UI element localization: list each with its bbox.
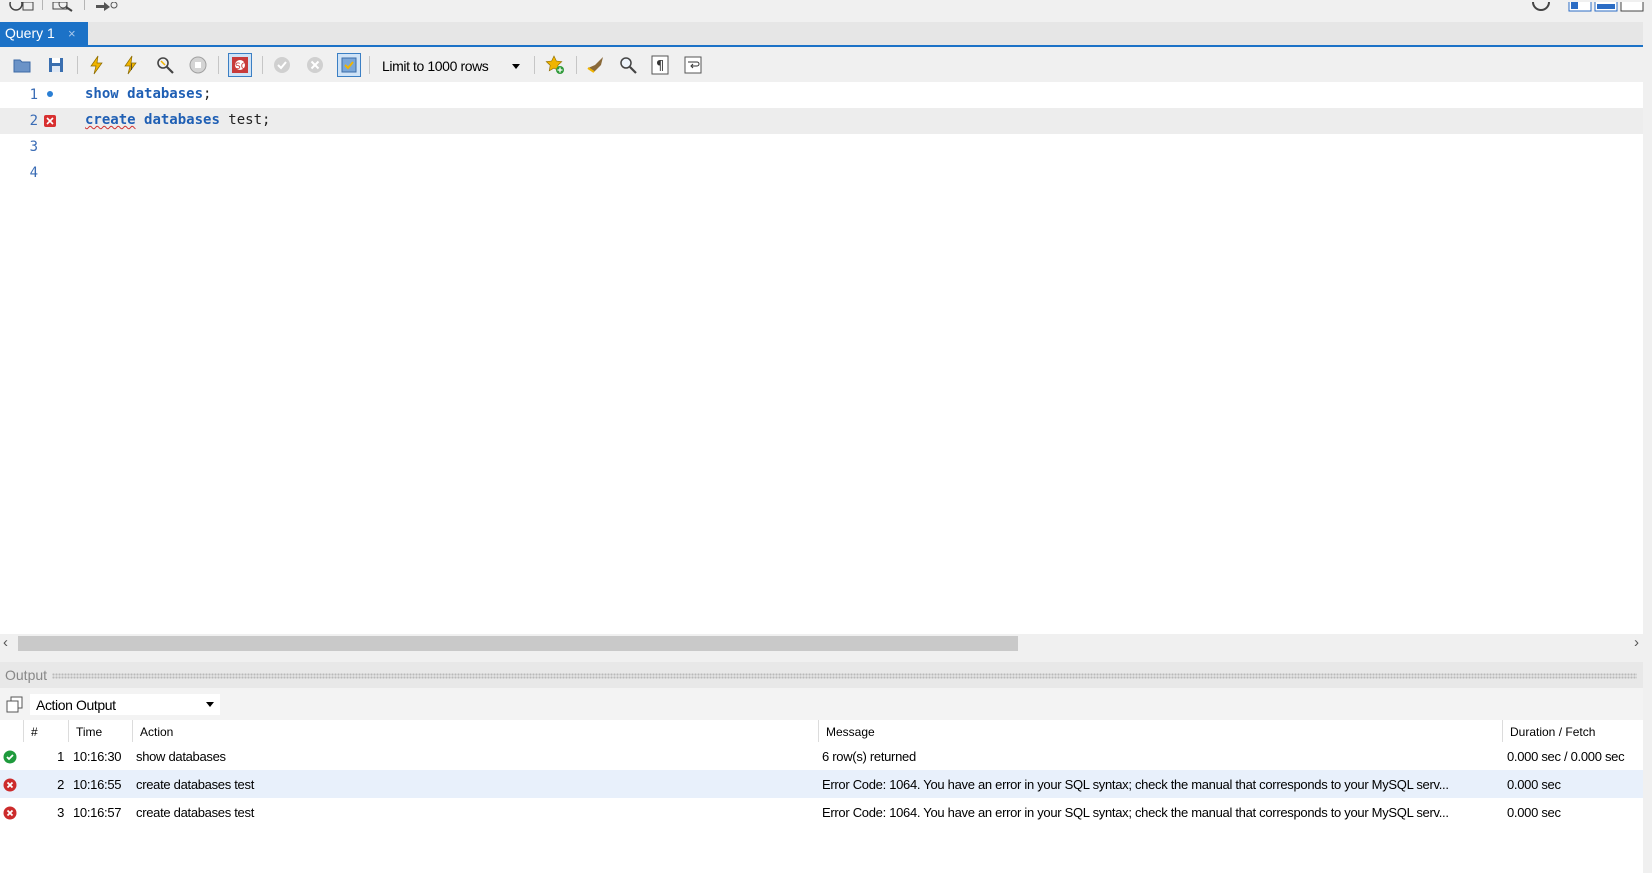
inspect-icon[interactable] [52,0,73,12]
query-tab-strip: Query 1 × [0,22,1643,47]
tab-query-1[interactable]: Query 1 × [0,22,88,45]
row-action: create databases test [136,805,255,820]
code-text: show databases; [85,86,212,102]
copy-icon[interactable] [6,696,24,714]
toolbar-separator [576,56,577,74]
find-icon[interactable] [616,53,640,77]
save-icon[interactable] [44,53,68,77]
open-file-icon[interactable] [10,53,34,77]
tab-label: Query 1 [5,25,55,41]
layout-toggle-icons[interactable] [1568,0,1648,12]
row-duration: 0.000 sec / 0.000 sec [1507,749,1625,764]
row-number: 3 [57,805,64,820]
svg-text:SQ: SQ [235,62,248,72]
toolbar-separator [84,0,85,10]
chevron-down-icon [206,702,214,707]
svg-text:¶: ¶ [656,59,664,74]
panel-resize-grip[interactable] [52,673,1637,679]
output-type-select[interactable]: Action Output [30,694,220,715]
column-header-duration[interactable]: Duration / Fetch [1502,720,1643,742]
close-tab-icon[interactable]: × [68,26,76,41]
editor-line-current: 2 create databases test; [0,108,1643,134]
line-number: 1 [29,87,38,103]
toolbar-separator [262,56,263,74]
beautify-icon[interactable] [583,53,607,77]
settings-icon[interactable] [1530,0,1552,11]
action-output-table: # Time Action Message Duration / Fetch 1… [0,720,1643,873]
column-header-number[interactable]: # [23,720,68,742]
row-duration: 0.000 sec [1507,805,1561,820]
row-number: 1 [57,749,64,764]
chevron-down-icon [512,64,520,69]
stop-icon[interactable] [186,53,210,77]
commit-icon[interactable] [270,53,294,77]
table-row[interactable]: 3 10:16:57 create databases test Error C… [0,798,1643,826]
line-number: 2 [29,113,38,129]
app-toolbar [0,0,1652,22]
row-number: 2 [57,777,64,792]
statement-marker-icon [44,89,56,101]
word-wrap-icon[interactable] [681,53,705,77]
add-snippet-icon[interactable] [543,53,567,77]
toolbar-separator [534,56,535,74]
scroll-right-icon[interactable]: › [1634,634,1639,651]
editor-line: 4 [0,160,1643,186]
toolbar-separator [218,56,219,74]
sql-editor[interactable]: 1 show databases; 2 create databases tes… [0,82,1643,634]
toolbar-separator [369,56,370,74]
row-message: Error Code: 1064. You have an error in y… [822,805,1449,820]
toolbar-separator [77,56,78,74]
row-time: 10:16:57 [73,805,122,820]
row-action: show databases [136,749,226,764]
toggle-error-stop-icon[interactable]: SQ [228,53,252,77]
error-icon [3,806,17,820]
success-icon [3,750,17,764]
new-connection-icon[interactable] [8,0,34,11]
editor-line: 3 [0,134,1643,160]
invisible-chars-icon[interactable]: ¶ [648,53,672,77]
migration-icon[interactable] [94,0,118,11]
toolbar-separator [42,0,43,10]
line-number: 4 [29,165,38,181]
row-message: 6 row(s) returned [822,749,916,764]
row-time: 10:16:30 [73,749,122,764]
column-header-action[interactable]: Action [132,720,818,742]
scrollbar-thumb[interactable] [18,636,1018,651]
explain-icon[interactable] [153,53,177,77]
output-type-value: Action Output [36,697,116,713]
code-text: create databases test; [85,112,271,128]
line-number: 3 [29,139,38,155]
error-icon [3,778,17,792]
rollback-icon[interactable] [303,53,327,77]
row-time: 10:16:55 [73,777,122,792]
syntax-error-icon[interactable] [44,115,56,127]
table-row[interactable]: 1 10:16:30 show databases 6 row(s) retur… [0,742,1643,770]
editor-toolbar: I SQ Limit to 1000 rows ¶ [0,47,1643,82]
row-duration: 0.000 sec [1507,777,1561,792]
output-toolbar: Action Output [0,688,1643,720]
limit-rows-select[interactable]: Limit to 1000 rows [374,55,528,77]
scroll-left-icon[interactable]: ‹ [3,634,8,651]
table-row[interactable]: 2 10:16:55 create databases test Error C… [0,770,1643,798]
execute-icon[interactable] [85,53,109,77]
limit-rows-value: Limit to 1000 rows [382,58,489,74]
row-message: Error Code: 1064. You have an error in y… [822,777,1449,792]
row-action: create databases test [136,777,255,792]
output-panel-header: Output [0,662,1643,688]
column-header-time[interactable]: Time [68,720,132,742]
column-header-message[interactable]: Message [818,720,1502,742]
autocommit-toggle-icon[interactable] [337,53,361,77]
editor-horizontal-scrollbar[interactable]: ‹ › [0,634,1643,653]
editor-line: 1 show databases; [0,82,1643,108]
svg-text:I: I [130,63,133,73]
execute-current-icon[interactable]: I [119,53,143,77]
output-panel-title: Output [5,667,48,683]
